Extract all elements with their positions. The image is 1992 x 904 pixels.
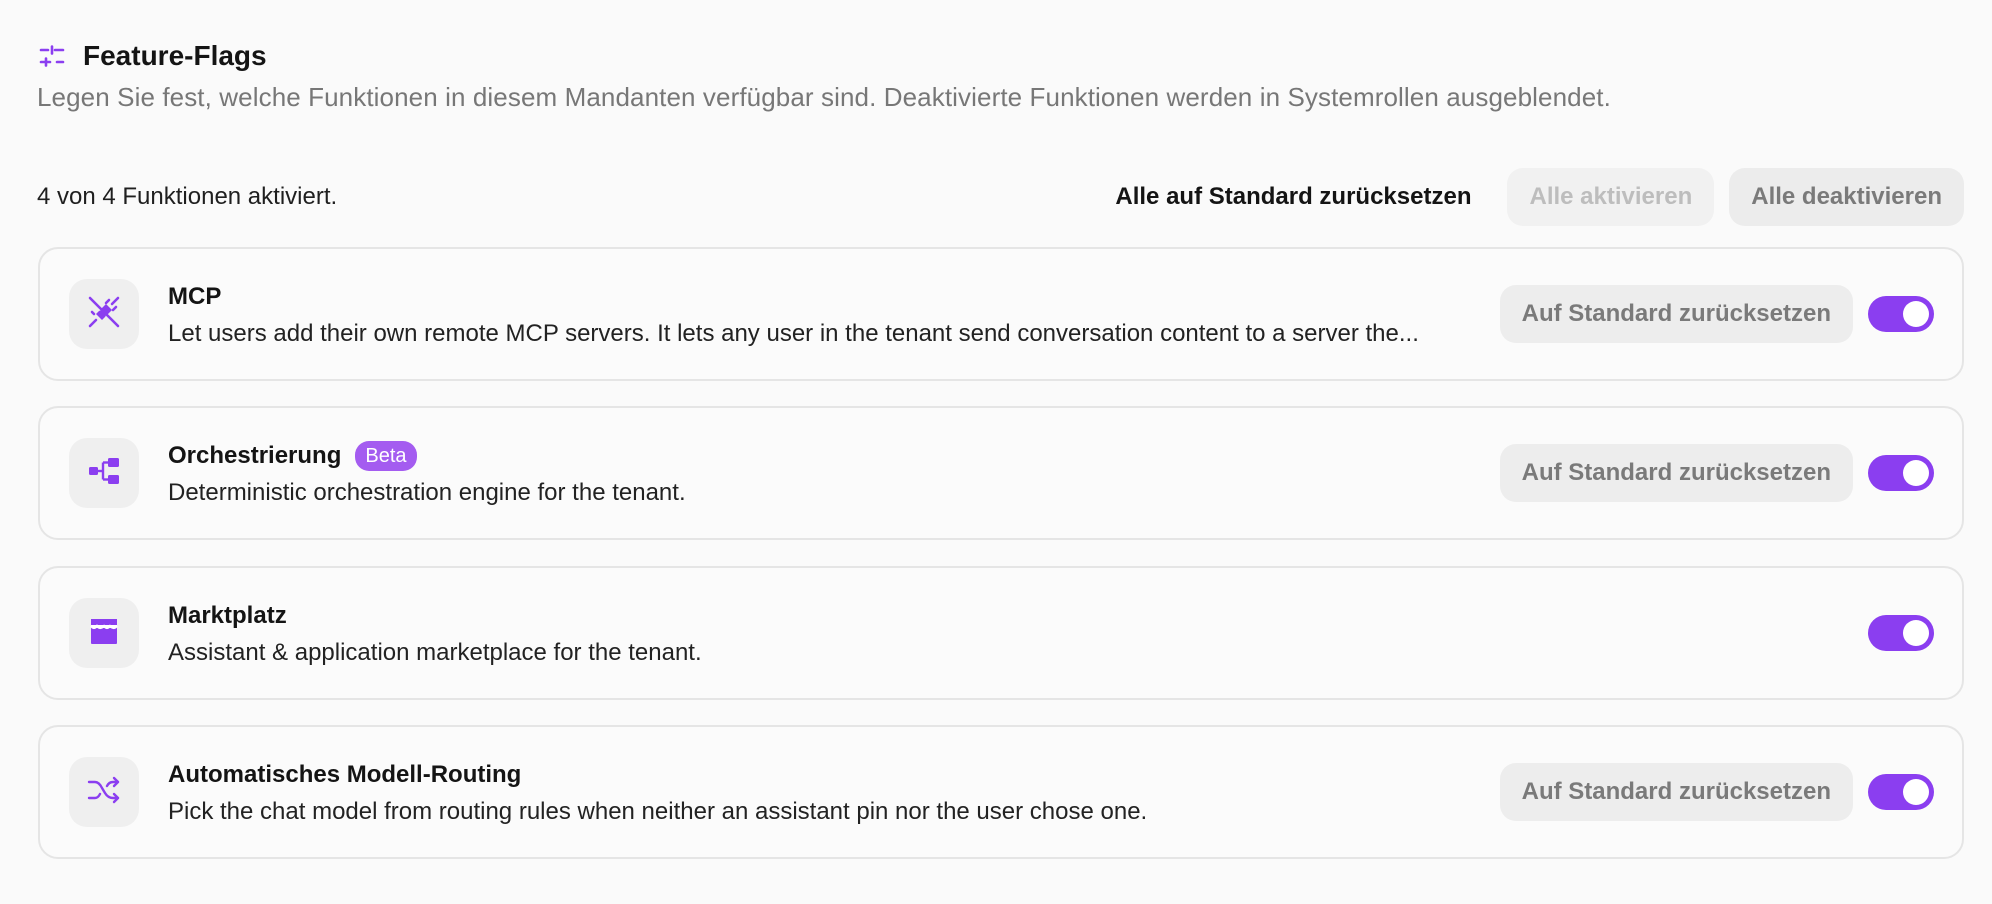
feature-card-mcp: MCP Let users add their own remote MCP s… [38, 247, 1964, 381]
feature-name-row: MCP [168, 280, 1460, 314]
feature-card-marketplace: Marktplatz Assistant & application marke… [38, 566, 1964, 700]
beta-badge: Beta [355, 441, 417, 471]
feature-name-row: Automatisches Modell-Routing [168, 758, 1460, 792]
feature-icon-box [69, 279, 139, 349]
workflow-icon [86, 453, 122, 494]
page-subtitle: Legen Sie fest, welche Funktionen in die… [37, 82, 1611, 112]
feature-name: Orchestrierung [168, 442, 342, 469]
sliders-icon [37, 41, 67, 71]
feature-name: Automatisches Modell-Routing [168, 761, 522, 788]
feature-toggle[interactable] [1868, 296, 1934, 332]
feature-description: Let users add their own remote MCP serve… [168, 320, 1419, 347]
reset-all-button[interactable]: Alle auf Standard zurücksetzen [1115, 183, 1507, 211]
enabled-count: 4 von 4 Funktionen aktiviert. [37, 183, 338, 210]
toggle-knob [1903, 301, 1929, 327]
toggle-knob [1903, 779, 1929, 805]
feature-card-orchestration: Orchestrierung Beta Deterministic orches… [38, 406, 1964, 540]
feature-description: Deterministic orchestration engine for t… [168, 479, 686, 506]
feature-flags-page: Feature-Flags Legen Sie fest, welche Fun… [0, 0, 1992, 904]
reset-default-button[interactable]: Auf Standard zurücksetzen [1499, 763, 1853, 821]
store-icon [86, 613, 122, 654]
toolbar: 4 von 4 Funktionen aktiviert. Alle auf S… [37, 168, 1964, 226]
feature-description: Pick the chat model from routing rules w… [168, 798, 1148, 825]
feature-name: MCP [168, 283, 222, 310]
page-header: Feature-Flags Legen Sie fest, welche Fun… [37, 36, 1955, 113]
unplug-icon [86, 294, 122, 335]
shuffle-icon [86, 772, 122, 813]
title-row: Feature-Flags [37, 36, 1955, 76]
feature-toggle[interactable] [1868, 774, 1934, 810]
feature-icon-box [69, 757, 139, 827]
feature-text: Orchestrierung Beta Deterministic orches… [168, 439, 1460, 507]
toggle-knob [1903, 620, 1929, 646]
feature-name: Marktplatz [168, 602, 287, 629]
feature-icon-box [69, 438, 139, 508]
feature-name-row: Orchestrierung Beta [168, 439, 1460, 473]
feature-card-model-routing: Automatisches Modell-Routing Pick the ch… [38, 725, 1964, 859]
feature-toggle[interactable] [1868, 455, 1934, 491]
feature-name-row: Marktplatz [168, 599, 1853, 633]
reset-default-button[interactable]: Auf Standard zurücksetzen [1499, 444, 1853, 502]
feature-text: Automatisches Modell-Routing Pick the ch… [168, 758, 1460, 826]
toggle-knob [1903, 460, 1929, 486]
reset-default-button[interactable]: Auf Standard zurücksetzen [1499, 285, 1853, 343]
page-title: Feature-Flags [83, 40, 267, 71]
disable-all-button[interactable]: Alle deaktivieren [1729, 168, 1964, 226]
feature-icon-box [69, 598, 139, 668]
feature-description: Assistant & application marketplace for … [168, 639, 702, 666]
feature-toggle[interactable] [1868, 615, 1934, 651]
feature-text: MCP Let users add their own remote MCP s… [168, 280, 1460, 348]
feature-text: Marktplatz Assistant & application marke… [168, 599, 1853, 667]
enable-all-button[interactable]: Alle aktivieren [1507, 168, 1715, 226]
